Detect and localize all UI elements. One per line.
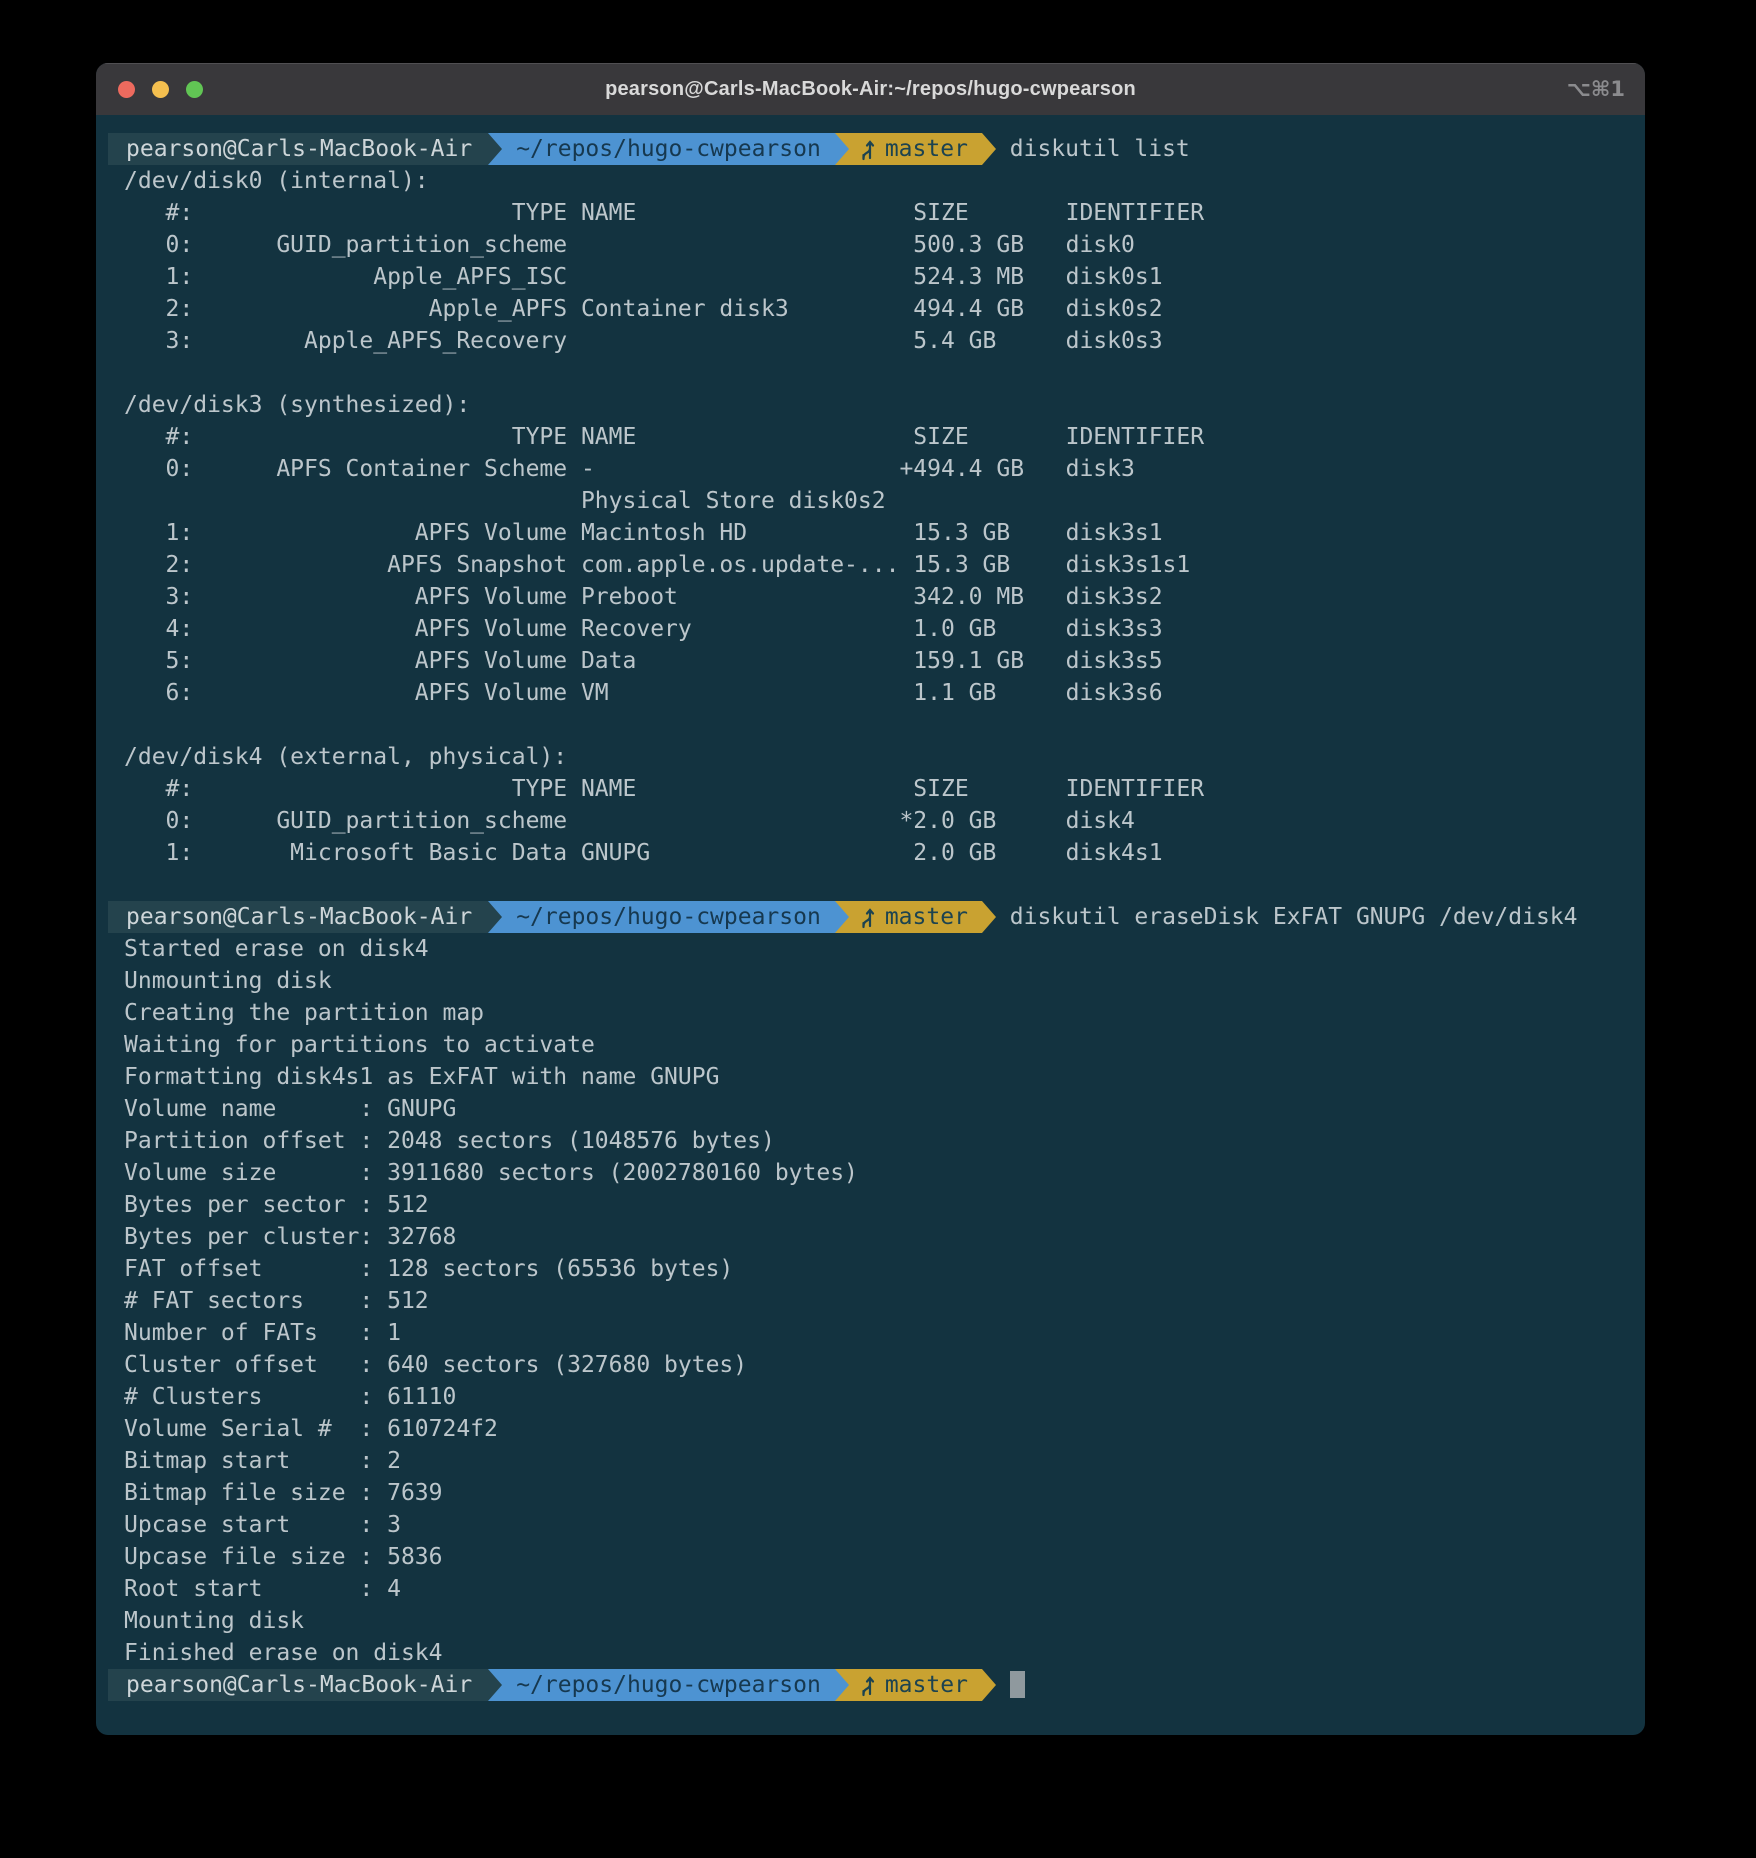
separator-triangle [835, 1669, 849, 1701]
git-branch-label: master [885, 1669, 968, 1701]
output-line [108, 869, 1631, 901]
git-branch-icon [859, 1674, 876, 1697]
zoom-button[interactable] [186, 81, 203, 98]
output-line: FAT offset : 128 sectors (65536 bytes) [108, 1253, 1631, 1285]
separator-triangle [982, 901, 996, 933]
output-line: /dev/disk3 (synthesized): [108, 389, 1631, 421]
output-line: 2: Apple_APFS Container disk3 494.4 GB d… [108, 293, 1631, 325]
powerline-separator [835, 1669, 849, 1701]
git-branch-label: master [885, 901, 968, 933]
output-line: /dev/disk4 (external, physical): [108, 741, 1631, 773]
prompt-directory: ~/repos/hugo-cwpearson [502, 901, 835, 933]
output-line: Bytes per cluster: 32768 [108, 1221, 1631, 1253]
output-line: #: TYPE NAME SIZE IDENTIFIER [108, 773, 1631, 805]
separator-triangle [835, 901, 849, 933]
output-line: Started erase on disk4 [108, 933, 1631, 965]
powerline-separator [488, 901, 502, 933]
output-line [108, 357, 1631, 389]
command-text: diskutil list [996, 133, 1190, 165]
output-line: Bitmap file size : 7639 [108, 1477, 1631, 1509]
output-line: Volume size : 3911680 sectors (200278016… [108, 1157, 1631, 1189]
separator-triangle [488, 901, 502, 933]
powerline-separator [488, 133, 502, 165]
output-line: 0: GUID_partition_scheme *2.0 GB disk4 [108, 805, 1631, 837]
separator-triangle [982, 1669, 996, 1701]
output-line: Mounting disk [108, 1605, 1631, 1637]
prompt-directory: ~/repos/hugo-cwpearson [502, 1669, 835, 1701]
separator-triangle [982, 133, 996, 165]
prompt-directory: ~/repos/hugo-cwpearson [502, 133, 835, 165]
powerline-separator [488, 1669, 502, 1701]
output-line: Partition offset : 2048 sectors (1048576… [108, 1125, 1631, 1157]
terminal-body[interactable]: pearson@Carls-MacBook-Air ~/repos/hugo-cw… [96, 115, 1645, 1735]
prompt-git-segment: master [849, 1669, 982, 1701]
output-line: 1: APFS Volume Macintosh HD 15.3 GB disk… [108, 517, 1631, 549]
prompt-git-segment: master [849, 133, 982, 165]
minimize-button[interactable] [152, 81, 169, 98]
desktop-background: pearson@Carls-MacBook-Air:~/repos/hugo-c… [0, 0, 1756, 1858]
output-line: 0: GUID_partition_scheme 500.3 GB disk0 [108, 229, 1631, 261]
terminal-lines: pearson@Carls-MacBook-Air ~/repos/hugo-cw… [108, 133, 1631, 1701]
prompt-line: pearson@Carls-MacBook-Air ~/repos/hugo-cw… [108, 133, 1631, 165]
git-branch-icon [859, 906, 876, 929]
powerline-separator [982, 901, 996, 933]
output-line: # FAT sectors : 512 [108, 1285, 1631, 1317]
output-line: 4: APFS Volume Recovery 1.0 GB disk3s3 [108, 613, 1631, 645]
terminal-window: pearson@Carls-MacBook-Air:~/repos/hugo-c… [96, 63, 1645, 1735]
output-line: Physical Store disk0s2 [108, 485, 1631, 517]
output-line: /dev/disk0 (internal): [108, 165, 1631, 197]
close-button[interactable] [118, 81, 135, 98]
output-line: 1: Apple_APFS_ISC 524.3 MB disk0s1 [108, 261, 1631, 293]
output-line: #: TYPE NAME SIZE IDENTIFIER [108, 421, 1631, 453]
prompt-user-host: pearson@Carls-MacBook-Air [108, 133, 488, 165]
output-line: Upcase start : 3 [108, 1509, 1631, 1541]
output-line: # Clusters : 61110 [108, 1381, 1631, 1413]
output-line [108, 709, 1631, 741]
output-line: 0: APFS Container Scheme - +494.4 GB dis… [108, 453, 1631, 485]
powerline-separator [835, 133, 849, 165]
output-line: Cluster offset : 640 sectors (327680 byt… [108, 1349, 1631, 1381]
prompt-line: pearson@Carls-MacBook-Air ~/repos/hugo-cw… [108, 901, 1631, 933]
output-line: Formatting disk4s1 as ExFAT with name GN… [108, 1061, 1631, 1093]
output-line: 6: APFS Volume VM 1.1 GB disk3s6 [108, 677, 1631, 709]
output-line: Number of FATs : 1 [108, 1317, 1631, 1349]
output-line: Unmounting disk [108, 965, 1631, 997]
powerline-separator [835, 901, 849, 933]
output-line: 5: APFS Volume Data 159.1 GB disk3s5 [108, 645, 1631, 677]
output-line: Finished erase on disk4 [108, 1637, 1631, 1669]
output-line: #: TYPE NAME SIZE IDENTIFIER [108, 197, 1631, 229]
output-line: Upcase file size : 5836 [108, 1541, 1631, 1573]
powerline-separator [982, 1669, 996, 1701]
window-shortcut-hint: ⌥⌘1 [1567, 63, 1625, 115]
command-text: diskutil eraseDisk ExFAT GNUPG /dev/disk… [996, 901, 1578, 933]
output-line: Bytes per sector : 512 [108, 1189, 1631, 1221]
window-title: pearson@Carls-MacBook-Air:~/repos/hugo-c… [96, 78, 1645, 101]
prompt-user-host: pearson@Carls-MacBook-Air [108, 901, 488, 933]
output-line: Volume name : GNUPG [108, 1093, 1631, 1125]
text-cursor [1010, 1671, 1025, 1698]
output-line: 3: Apple_APFS_Recovery 5.4 GB disk0s3 [108, 325, 1631, 357]
separator-triangle [488, 1669, 502, 1701]
prompt-user-host: pearson@Carls-MacBook-Air [108, 1669, 488, 1701]
output-line: 1: Microsoft Basic Data GNUPG 2.0 GB dis… [108, 837, 1631, 869]
output-line: Creating the partition map [108, 997, 1631, 1029]
title-bar[interactable]: pearson@Carls-MacBook-Air:~/repos/hugo-c… [96, 63, 1645, 115]
output-line: 2: APFS Snapshot com.apple.os.update-...… [108, 549, 1631, 581]
output-line: Volume Serial # : 610724f2 [108, 1413, 1631, 1445]
separator-triangle [488, 133, 502, 165]
output-line: 3: APFS Volume Preboot 342.0 MB disk3s2 [108, 581, 1631, 613]
output-line: Waiting for partitions to activate [108, 1029, 1631, 1061]
prompt-git-segment: master [849, 901, 982, 933]
prompt-line: pearson@Carls-MacBook-Air ~/repos/hugo-cw… [108, 1669, 1631, 1701]
git-branch-label: master [885, 133, 968, 165]
git-branch-icon [859, 138, 876, 161]
output-line: Root start : 4 [108, 1573, 1631, 1605]
window-controls [118, 63, 203, 115]
powerline-separator [982, 133, 996, 165]
separator-triangle [835, 133, 849, 165]
output-line: Bitmap start : 2 [108, 1445, 1631, 1477]
